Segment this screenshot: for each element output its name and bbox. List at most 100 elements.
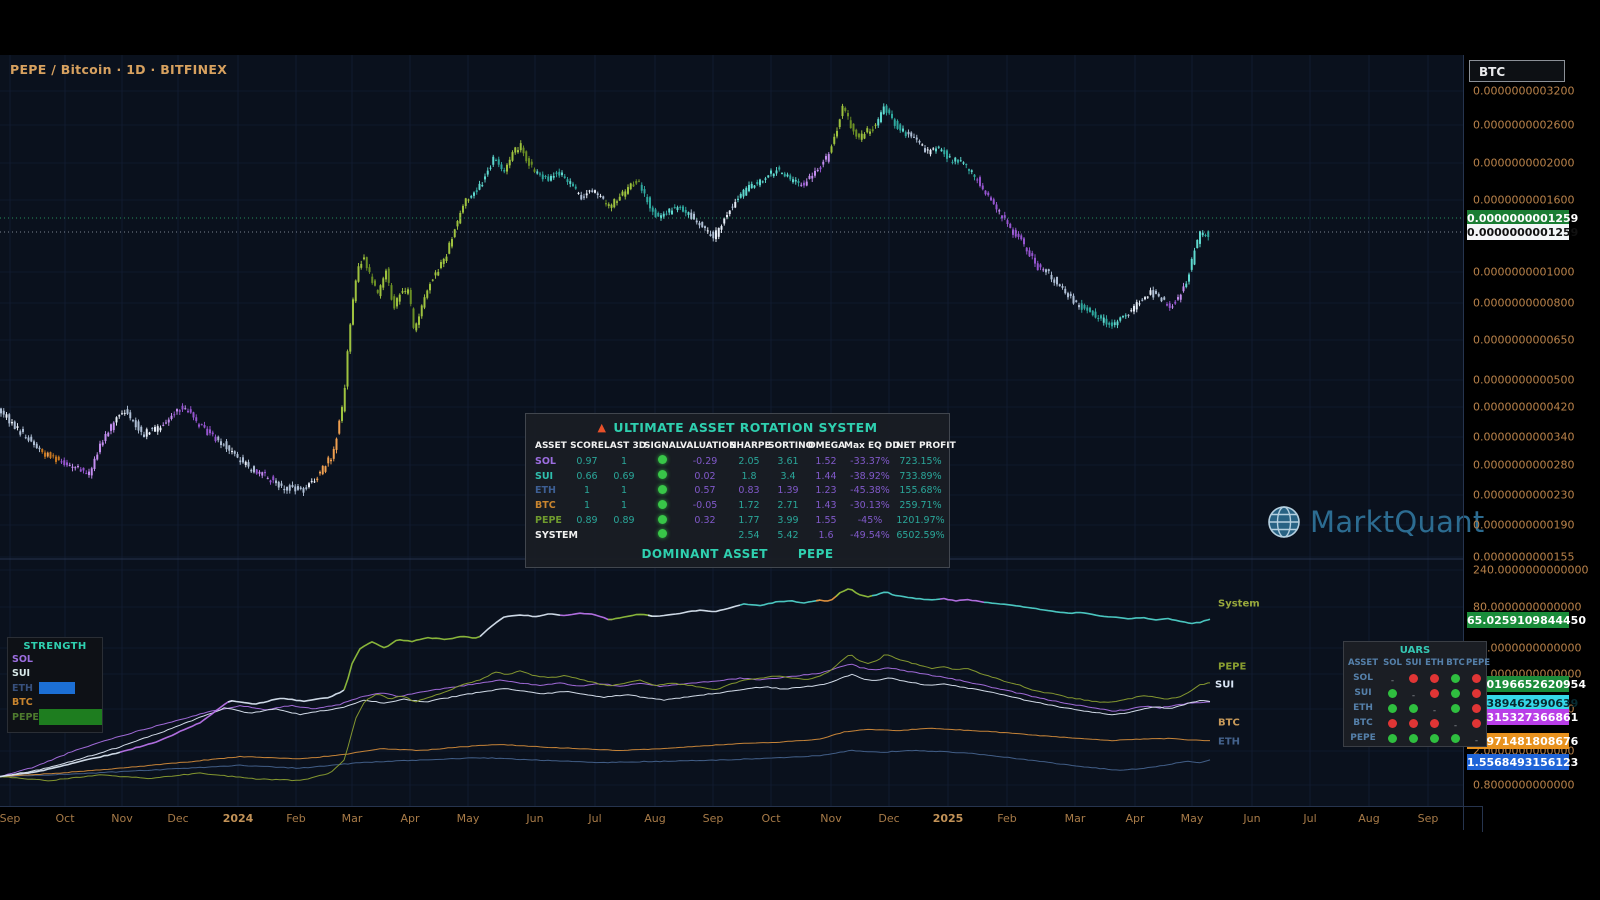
strength-asset-label: BTC [12, 697, 39, 708]
value-cell: 2.05 [730, 456, 768, 467]
time-tick-label: Apr [1125, 812, 1144, 825]
value-cell: 5.42 [768, 530, 808, 541]
price-tick-label: 240.0000000000000 [1473, 564, 1588, 577]
uars-header-cell: ASSET [1344, 658, 1382, 670]
time-tick-label: Dec [878, 812, 899, 825]
time-tick-label: Aug [644, 812, 665, 825]
value-cell: 1.77 [730, 515, 768, 526]
value-cell: 0.66 [570, 471, 604, 482]
value-cell: 1.8 [730, 471, 768, 482]
rotation-table-row: SOL0.971-0.292.053.611.52-33.37%723.15% [532, 454, 943, 469]
time-tick-label: May [1181, 812, 1204, 825]
value-cell: -30.13% [844, 500, 896, 511]
uars-cell [1403, 670, 1424, 685]
series-label-btc: BTC [1218, 718, 1240, 729]
rotation-table-row: BTC11-0.051.722.711.43-30.13%259.71% [532, 498, 943, 513]
signal-dot [658, 529, 667, 538]
value-cell: 2.71 [768, 500, 808, 511]
series-label-sui: SUI [1215, 680, 1234, 691]
strength-row: SOL [8, 652, 102, 667]
rotation-table-title: ▲ ULTIMATE ASSET ROTATION SYSTEM [532, 418, 943, 439]
value-cell: 733.89% [896, 471, 945, 482]
uars-red-dot [1388, 719, 1397, 728]
uars-green-dot [1451, 704, 1460, 713]
value-cell: 1.39 [768, 485, 808, 496]
strength-asset-label: SUI [12, 668, 39, 679]
rotation-header-cell: Max EQ DD [844, 441, 896, 451]
signal-cell [644, 485, 680, 497]
uars-cell [1424, 685, 1445, 700]
uars-cell [1403, 700, 1424, 715]
rotation-header-cell: SORTINO [768, 441, 808, 451]
asset-name-cell: SYSTEM [532, 530, 570, 541]
uars-green-dot [1451, 734, 1460, 743]
time-tick-label: Dec [167, 812, 188, 825]
strength-panel: STRENGTH SOLSUIETHBTCPEPE [7, 637, 103, 733]
signal-cell [644, 470, 680, 482]
rotation-table-row: SUI0.660.690.021.83.41.44-38.92%733.89% [532, 469, 943, 484]
price-tick-label: 0.0000000002000 [1473, 157, 1574, 170]
warning-triangle-icon: ▲ [598, 421, 607, 434]
value-cell: 0.89 [604, 515, 644, 526]
time-tick-label: Nov [111, 812, 132, 825]
time-tick-label: Nov [820, 812, 841, 825]
uars-green-dot [1388, 704, 1397, 713]
uars-cell [1445, 670, 1466, 685]
uars-matrix-row: SUI- [1344, 685, 1486, 700]
rotation-header-cell: VALUATION [680, 441, 730, 451]
uars-red-dot [1472, 704, 1481, 713]
value-cell: 2.54 [730, 530, 768, 541]
signal-dot [658, 455, 667, 464]
time-tick-label: Apr [400, 812, 419, 825]
value-cell: 3.99 [768, 515, 808, 526]
uars-red-dot [1472, 719, 1481, 728]
value-cell: -49.54% [844, 530, 896, 541]
value-cell: -45% [844, 515, 896, 526]
uars-asset-label: ETH [1344, 703, 1382, 713]
rotation-system-table: ▲ ULTIMATE ASSET ROTATION SYSTEM ASSETSC… [525, 413, 950, 568]
rotation-header-cell: LAST 3D [604, 441, 644, 451]
uars-asset-label: PEPE [1344, 733, 1382, 743]
asset-name-cell: BTC [532, 500, 570, 511]
asset-name-cell: SOL [532, 456, 570, 467]
time-tick-label: Sep [1418, 812, 1439, 825]
value-cell: 1.52 [808, 456, 844, 467]
asset-name-cell: SUI [532, 471, 570, 482]
uars-red-dot [1409, 719, 1418, 728]
series-label-eth: ETH [1218, 737, 1240, 748]
strength-row: ETH [8, 681, 102, 696]
rotation-header-cell: NET PROFIT [896, 441, 945, 451]
value-cell: 1.44 [808, 471, 844, 482]
time-tick-label: May [457, 812, 480, 825]
value-cell: 1.43 [808, 500, 844, 511]
rotation-table-headers: ASSETSCORELAST 3DSIGNALVALUATIONSHARPESO… [532, 439, 943, 454]
uars-cell [1382, 730, 1403, 745]
uars-cell: - [1403, 685, 1424, 700]
time-tick-label: Sep [0, 812, 20, 825]
price-tick-label: 0.0000000000340 [1473, 431, 1574, 444]
time-tick-label: 2024 [223, 812, 254, 825]
symbol-title[interactable]: PEPE / Bitcoin · 1D · BITFINEX [10, 62, 227, 77]
value-cell: 3.61 [768, 456, 808, 467]
uars-red-dot [1430, 719, 1439, 728]
value-cell: 1.23 [808, 485, 844, 496]
price-tick-label: 0.8000000000000 [1473, 779, 1574, 792]
rotation-header-cell: OMEGA [808, 441, 844, 451]
currency-toggle-button[interactable]: BTC [1469, 60, 1565, 82]
value-cell: 0.57 [680, 485, 730, 496]
uars-cell [1382, 700, 1403, 715]
value-cell: 0.83 [730, 485, 768, 496]
price-tick-label: 0.0000000000650 [1473, 334, 1574, 347]
value-cell: -38.92% [844, 471, 896, 482]
uars-green-dot [1451, 674, 1460, 683]
value-cell: 0.97 [570, 456, 604, 467]
uars-matrix-row: PEPE- [1344, 730, 1486, 745]
price-tick-label: 0.0000000003200 [1473, 85, 1574, 98]
uars-green-dot [1388, 689, 1397, 698]
value-cell: 6502.59% [896, 530, 945, 541]
value-cell: 1 [604, 456, 644, 467]
price-tick-label: 30.0000000000000 [1473, 642, 1581, 655]
time-tick-label: Feb [286, 812, 305, 825]
uars-cell: - [1445, 715, 1466, 730]
time-axis[interactable]: SepOctNovDec2024FebMarAprMayJunJulAugSep… [0, 806, 1483, 832]
